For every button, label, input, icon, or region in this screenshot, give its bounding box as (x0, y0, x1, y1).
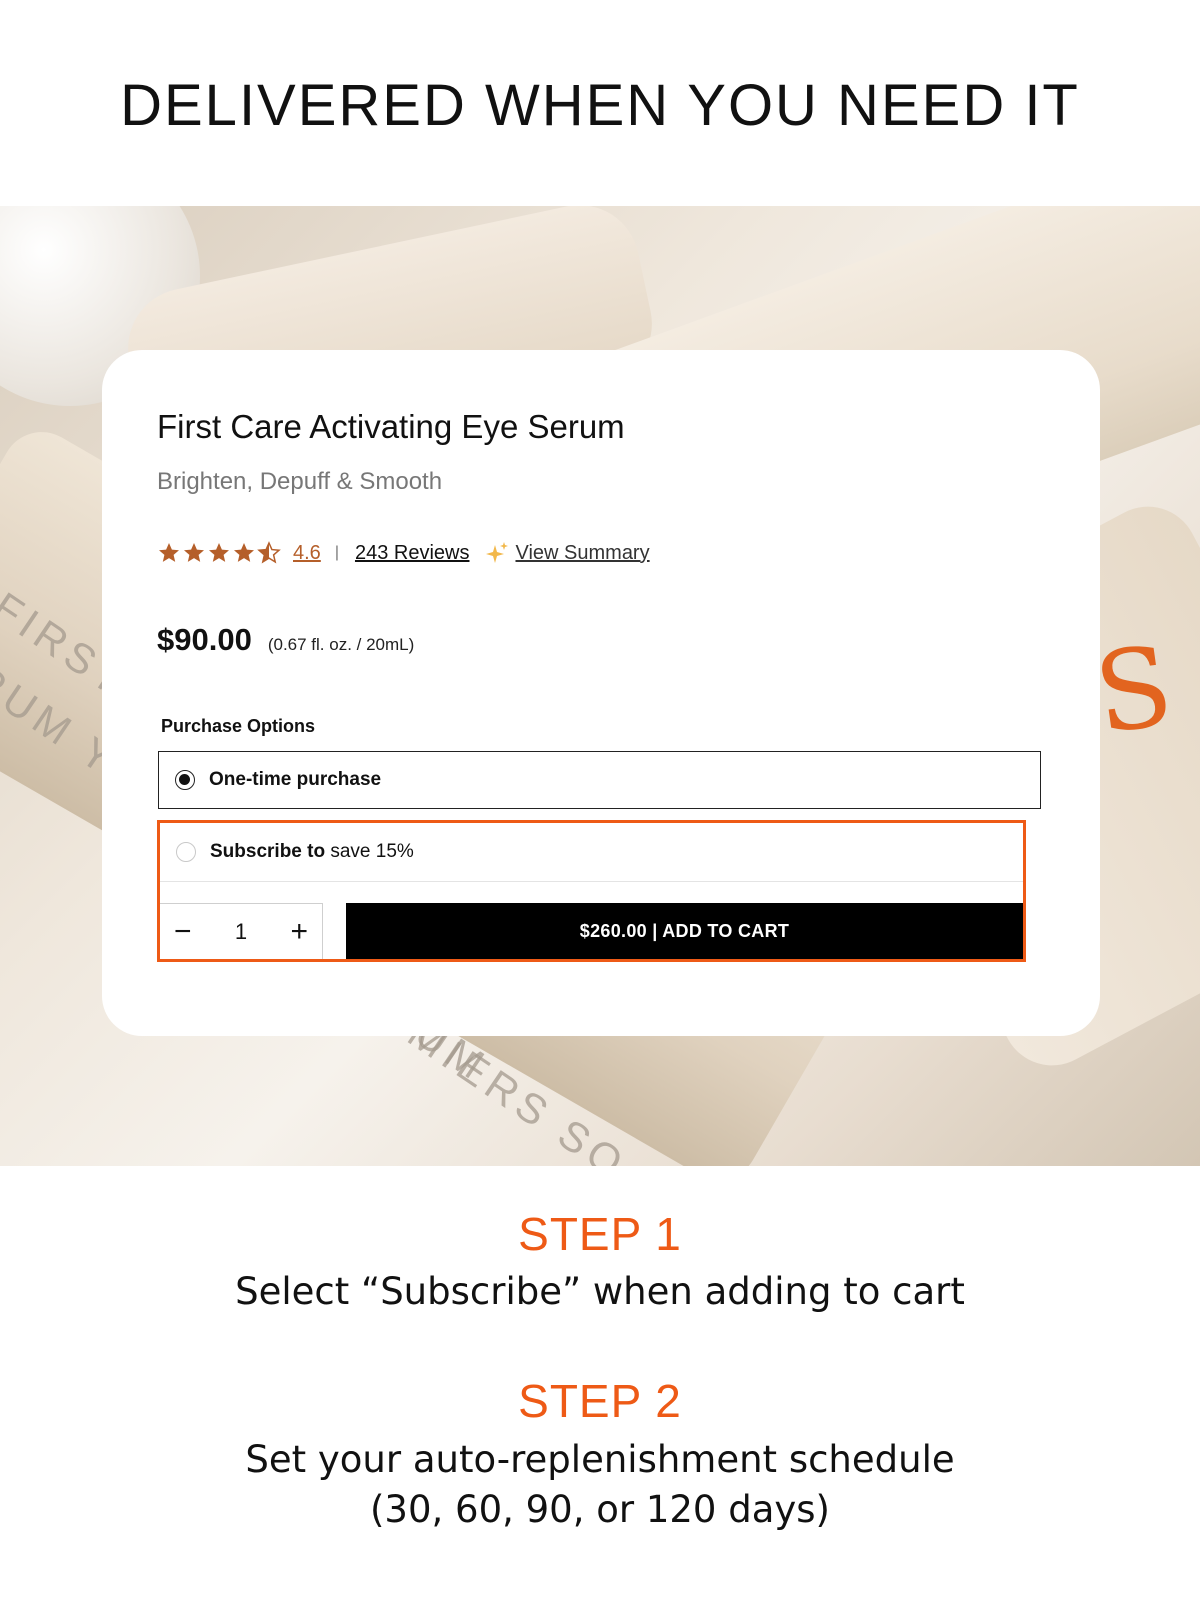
star-half-icon (257, 541, 281, 564)
option-label: One-time purchase (209, 769, 382, 790)
option-label: Subscribe to save 15% (210, 841, 414, 863)
subscribe-save-text: save 15% (330, 841, 414, 862)
product-price: $90.00 (157, 622, 252, 657)
product-card: First Care Activating Eye Serum Brighten… (102, 350, 1100, 1036)
subscribe-option-highlight: Subscribe to save 15% − 1 + $260.00 | AD… (157, 820, 1026, 962)
subscribe-label: Subscribe to (210, 841, 326, 862)
quantity-value: 1 (234, 918, 248, 944)
quantity-stepper[interactable]: − 1 + (160, 903, 323, 959)
separator: | (334, 544, 339, 561)
star-full-icon (159, 543, 179, 562)
increase-quantity-button[interactable]: + (290, 916, 308, 947)
purchase-options-label: Purchase Options (161, 716, 316, 736)
step-2-text: Set your auto-replenishment schedule (245, 1438, 955, 1481)
star-full-icon (234, 543, 254, 562)
decrease-quantity-button[interactable]: − (174, 916, 192, 947)
step-2-title: STEP 2 (518, 1375, 682, 1427)
star-full-icon (209, 543, 229, 562)
radio-selected[interactable] (175, 770, 195, 790)
radio-unselected[interactable] (176, 842, 196, 862)
option-subscribe[interactable]: Subscribe to save 15% (160, 823, 1023, 882)
page-headline: DELIVERED WHEN YOU NEED IT (120, 73, 1080, 138)
option-one-time-purchase[interactable]: One-time purchase (158, 751, 1041, 809)
rating-value-link[interactable]: 4.6 (293, 542, 321, 565)
product-subtitle: Brighten, Depuff & Smooth (157, 468, 443, 495)
step-1-title: STEP 1 (518, 1208, 682, 1260)
step-1-text: Select “Subscribe” when adding to cart (235, 1270, 965, 1313)
add-to-cart-button[interactable]: $260.00 | ADD TO CART (346, 903, 1023, 959)
product-title: First Care Activating Eye Serum (157, 408, 625, 445)
star-full-icon (184, 543, 204, 562)
rating-row: 4.6 | 243 Reviews View Summary (157, 538, 650, 568)
step-2-text-days: (30, 60, 90, or 120 days) (369, 1488, 830, 1531)
reviews-link[interactable]: 243 Reviews (355, 542, 470, 565)
sparkle-icon (486, 542, 509, 563)
view-summary-link[interactable]: View Summary (515, 542, 649, 565)
product-size: (0.67 fl. oz. / 20mL) (267, 635, 415, 654)
rating-stars (157, 541, 281, 565)
price-row: $90.00 (0.67 fl. oz. / 20mL) (157, 622, 414, 658)
